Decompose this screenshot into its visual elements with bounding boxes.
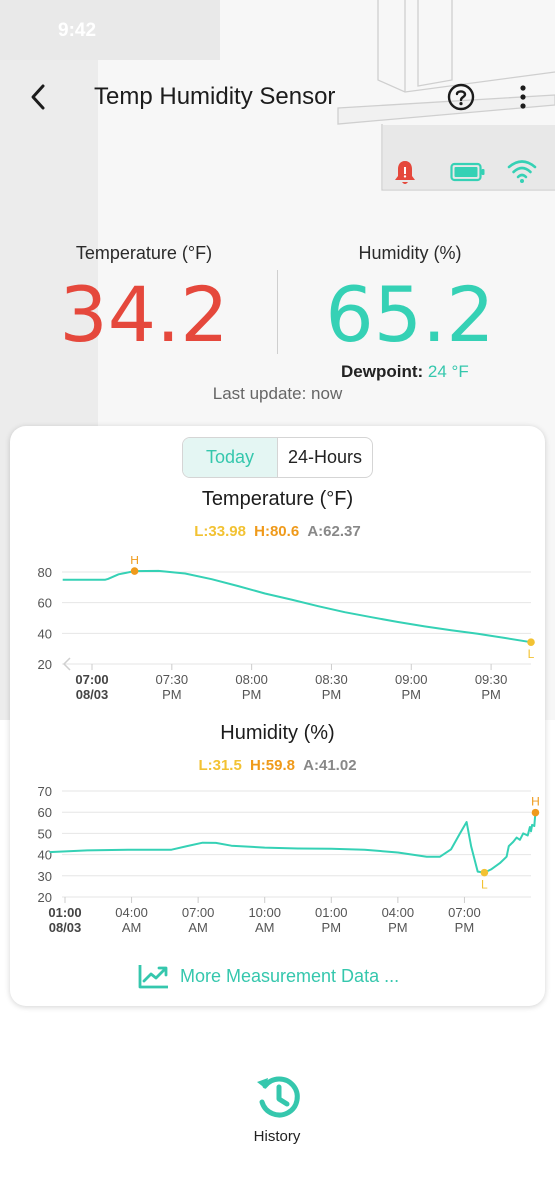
temperature-low-marker — [527, 638, 535, 647]
temperature-x-tick-sublabel: PM — [162, 687, 182, 702]
humidity-x-tick-sublabel: AM — [255, 920, 275, 935]
humidity-low-marker — [480, 868, 489, 877]
temperature-value: 34.2 — [59, 270, 229, 359]
readings-divider — [277, 270, 278, 354]
battery-icon — [450, 162, 485, 182]
temperature-low-marker-label: L — [528, 647, 535, 661]
humidity-high-stat: H:59.8 — [249, 757, 295, 774]
more-measurement-data-label: More Measurement Data ... — [180, 965, 400, 986]
header: Temp Humidity Sensor — [0, 72, 555, 122]
humidity-low-stat: L:31.5 — [198, 757, 242, 774]
temperature-high-marker — [130, 567, 139, 575]
temperature-high-marker-label: H — [130, 556, 139, 567]
humidity-avg-stat: A:41.02 — [303, 757, 357, 774]
current-readings: Temperature (°F) 34.2 Humidity (%) 65.2 … — [0, 240, 555, 410]
humidity-value: 65.2 — [325, 270, 495, 359]
bell-alert-icon[interactable] — [392, 158, 418, 188]
dewpoint: Dewpoint: 24 °F — [341, 362, 469, 382]
temperature-x-tick-sublabel: 08/03 — [76, 687, 109, 702]
temperature-x-tick-sublabel: PM — [402, 687, 422, 702]
humidity-label: Humidity (%) — [358, 243, 462, 263]
tab-today[interactable]: Today — [183, 438, 278, 477]
more-measurement-data-link[interactable]: More Measurement Data ... — [138, 962, 399, 990]
temperature-x-tick-label: 08:00 — [235, 672, 268, 687]
temperature-y-tick-label: 40 — [38, 626, 52, 641]
help-circle-icon — [447, 83, 475, 111]
wifi-icon — [507, 160, 537, 183]
humidity-x-tick-label: 04:00 — [115, 905, 148, 920]
humidity-x-tick-label: 10:00 — [248, 905, 281, 920]
temperature-high-stat: H:80.6 — [254, 523, 300, 540]
humidity-y-tick-label: 70 — [38, 784, 52, 799]
dewpoint-value: 24 °F — [427, 362, 469, 381]
humidity-y-tick-label: 30 — [38, 869, 52, 884]
humidity-x-tick-label: 01:00 — [315, 905, 348, 920]
chart-card: Today 24-Hours Temperature (°F) L:33.98 … — [10, 426, 545, 1006]
temperature-x-tick-sublabel: PM — [242, 687, 262, 702]
status-bar-time: 9:42 — [58, 20, 97, 41]
chevron-left-icon — [31, 84, 45, 110]
tab-24-hours[interactable]: 24-Hours — [278, 438, 372, 477]
more-options-button[interactable] — [510, 82, 536, 112]
history-label: History — [253, 1128, 301, 1145]
humidity-x-tick-sublabel: PM — [322, 920, 342, 935]
temperature-x-tick-label: 09:00 — [395, 672, 428, 687]
last-update: Last update: now — [212, 384, 343, 403]
help-button[interactable] — [446, 82, 476, 112]
page-title: Temp Humidity Sensor — [94, 83, 336, 110]
dewpoint-label: Dewpoint: — [341, 362, 424, 381]
humidity-x-tick-sublabel: PM — [388, 920, 408, 935]
history-icon — [257, 1076, 300, 1118]
temperature-label: Temperature (°F) — [75, 243, 213, 263]
humidity-y-tick-label: 40 — [38, 848, 52, 863]
temperature-chart[interactable]: 8060402007:0008/0307:30PM08:00PM08:30PM0… — [10, 556, 545, 716]
humidity-x-tick-label: 07:00 — [182, 905, 215, 920]
humidity-x-tick-sublabel: 08/03 — [49, 920, 82, 935]
range-segmented-control: Today 24-Hours — [182, 437, 373, 478]
temperature-x-tick-sublabel: PM — [481, 687, 501, 702]
humidity-x-tick-label: 01:00 — [48, 905, 81, 920]
humidity-y-tick-label: 50 — [38, 826, 52, 841]
temperature-y-tick-label: 60 — [38, 596, 52, 611]
temperature-x-tick-label: 07:30 — [156, 672, 189, 687]
temperature-series-line — [62, 569, 532, 644]
humidity-x-tick-sublabel: AM — [122, 920, 142, 935]
humidity-x-tick-label: 04:00 — [382, 905, 415, 920]
humidity-x-tick-sublabel: PM — [455, 920, 475, 935]
temperature-low-stat: L:33.98 — [194, 523, 246, 540]
temperature-x-tick-label: 07:00 — [75, 672, 108, 687]
history-button[interactable]: History — [236, 1072, 318, 1152]
humidity-stats: L:31.5 H:59.8 A:41.02 — [10, 757, 545, 774]
temperature-x-tick-sublabel: PM — [322, 687, 342, 702]
humidity-x-tick-sublabel: AM — [188, 920, 208, 935]
more-vertical-icon — [520, 85, 526, 109]
humidity-y-tick-label: 60 — [38, 805, 52, 820]
humidity-x-tick-label: 07:00 — [448, 905, 481, 920]
temperature-x-tick-label: 08:30 — [315, 672, 348, 687]
humidity-series-line — [49, 812, 537, 874]
temperature-x-tick-label: 09:30 — [475, 672, 508, 687]
device-status-icons — [0, 158, 555, 188]
trend-chart-icon — [138, 965, 168, 989]
humidity-chart[interactable]: 70605040302001:0008/0304:00AM07:00AM10:0… — [10, 782, 545, 952]
humidity-high-marker — [531, 808, 540, 817]
back-button[interactable] — [22, 80, 54, 114]
humidity-high-marker-label: H — [531, 795, 540, 809]
humidity-y-tick-label: 20 — [38, 890, 52, 905]
temperature-chart-title: Temperature (°F) — [201, 488, 354, 510]
temperature-stats: L:33.98 H:80.6 A:62.37 — [10, 523, 545, 540]
humidity-chart-title: Humidity (%) — [220, 722, 335, 744]
temperature-avg-stat: A:62.37 — [307, 523, 361, 540]
humidity-low-marker-label: L — [481, 878, 488, 892]
temperature-y-tick-label: 80 — [38, 565, 52, 580]
temperature-y-tick-label: 20 — [38, 657, 52, 672]
